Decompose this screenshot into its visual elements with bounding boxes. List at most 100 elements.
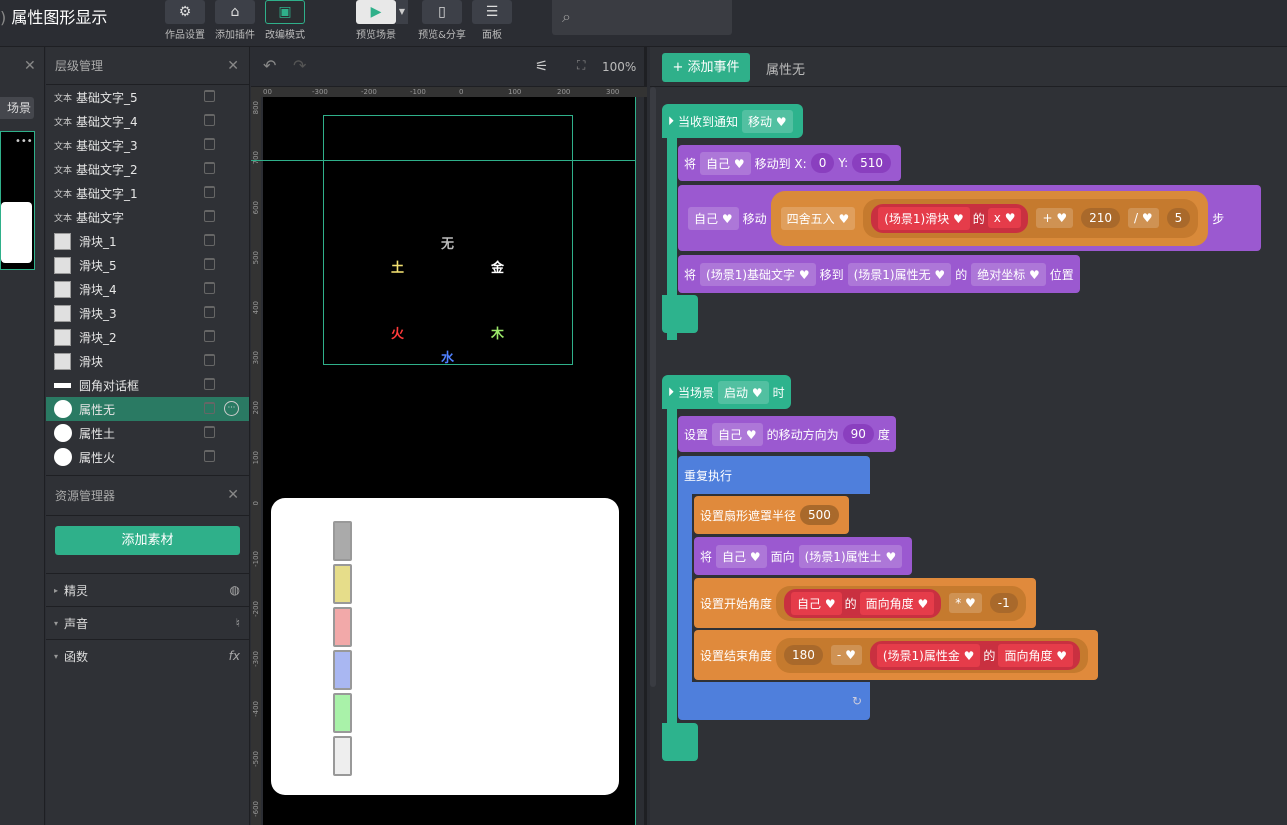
notification-dropdown[interactable]: 移动 ♥ — [742, 109, 793, 133]
sprite-section[interactable]: ▸ 精灵 ◍ — [46, 573, 250, 606]
object-dropdown[interactable]: (场景1)基础文字 ♥ — [700, 262, 816, 286]
event-scene-start[interactable]: ⏵ 当场景 启动 ♥ 时 — [662, 375, 791, 409]
scene-thumbnail[interactable]: ••• — [0, 131, 35, 270]
lock-icon[interactable] — [204, 306, 215, 318]
self-dropdown[interactable]: 自己 ♥ — [791, 591, 842, 615]
block-set-end-angle[interactable]: 设置结束角度 180 - ♥ (场景1)属性金 ♥ 的面向角度 ♥ — [694, 630, 1099, 680]
layer-item[interactable]: 滑块_4 — [46, 277, 249, 301]
layer-item[interactable]: 属性土 — [46, 421, 249, 445]
preview-dropdown-icon[interactable]: ▼ — [396, 0, 408, 24]
prop-dropdown[interactable]: 绝对坐标 ♥ — [971, 262, 1046, 286]
mode-button[interactable]: ▣ 改编模式 — [255, 0, 315, 41]
layer-item[interactable]: 滑块_1 — [46, 229, 249, 253]
layer-item[interactable]: 滑块_2 — [46, 325, 249, 349]
sound-section[interactable]: ▾ 声音 ♮ — [46, 606, 250, 639]
block-set-sector-radius[interactable]: 设置扇形遮罩半径 500 — [694, 496, 849, 534]
y-input[interactable]: 510 — [852, 153, 892, 173]
more-icon[interactable]: ··· — [224, 401, 239, 416]
op-dropdown[interactable]: / ♥ — [1128, 208, 1159, 228]
lock-icon[interactable] — [204, 282, 215, 294]
slider-handle[interactable] — [333, 693, 352, 733]
label-fire[interactable]: 火 — [391, 323, 404, 342]
panel-button[interactable]: ☰ 面板 — [462, 0, 522, 41]
self-dropdown[interactable]: 自己 ♥ — [688, 206, 739, 230]
block-face-towards[interactable]: 将自己 ♥ 面向 (场景1)属性土 ♥ — [694, 537, 913, 575]
event-receive-notification[interactable]: ⏵ 当收到通知 移动 ♥ — [662, 104, 803, 138]
layer-item[interactable]: 文本 基础文字_1 — [46, 181, 249, 205]
function-section[interactable]: ▾ 函数 fx — [46, 639, 250, 672]
lock-icon[interactable] — [204, 210, 215, 222]
number-input[interactable]: -1 — [989, 593, 1018, 613]
lock-icon[interactable] — [204, 330, 215, 342]
block-move-steps[interactable]: 自己 ♥ 移动 四舍五入 ♥ (场景1)滑块 ♥ 的 x ♥ + ♥ 210 / ♥ 5 步 — [678, 185, 1261, 251]
object-dropdown[interactable]: (场景1)滑块 ♥ — [878, 206, 970, 230]
layer-item[interactable]: 圆角对话框 — [46, 373, 249, 397]
number-input[interactable]: 180 — [784, 645, 823, 665]
property-block[interactable]: (场景1)滑块 ♥ 的 x ♥ — [871, 203, 1029, 233]
number-input[interactable]: 500 — [800, 505, 839, 525]
object-dropdown[interactable]: (场景1)属性无 ♥ — [847, 262, 952, 286]
block-set-direction[interactable]: 设置 自己 ♥ 的移动方向为 90 度 — [678, 416, 896, 452]
prop-dropdown[interactable]: 面向角度 ♥ — [859, 591, 935, 615]
scene-button[interactable]: 场景 — [0, 97, 34, 119]
op-dropdown[interactable]: - ♥ — [830, 645, 862, 665]
lock-icon[interactable] — [204, 258, 215, 270]
self-dropdown[interactable]: 自己 ♥ — [716, 544, 767, 568]
search-input[interactable]: ⌕ — [552, 0, 732, 35]
close-icon[interactable]: ✕ — [227, 487, 239, 503]
round-dropdown[interactable]: 四舍五入 ♥ — [780, 206, 856, 230]
layer-item[interactable]: 滑块_5 — [46, 253, 249, 277]
math-block[interactable]: (场景1)滑块 ♥ 的 x ♥ + ♥ 210 / ♥ 5 — [863, 198, 1199, 238]
label-wood[interactable]: 木 — [491, 323, 504, 342]
layer-item[interactable]: 文本 基础文字_2 — [46, 157, 249, 181]
number-input[interactable]: 5 — [1166, 208, 1191, 228]
number-input[interactable]: 210 — [1081, 208, 1121, 228]
lock-icon[interactable] — [204, 90, 215, 102]
more-icon[interactable]: ••• — [15, 136, 33, 147]
self-dropdown[interactable]: 自己 ♥ — [700, 151, 751, 175]
slider-handle[interactable] — [333, 564, 352, 604]
lock-icon[interactable] — [204, 426, 215, 438]
layer-item[interactable]: 文本 基础文字_5 — [46, 85, 249, 109]
label-water[interactable]: 水 — [441, 347, 454, 366]
close-icon[interactable]: ✕ — [24, 58, 36, 74]
fit-icon[interactable]: ⛶ — [577, 58, 585, 73]
slider-handle[interactable] — [333, 521, 352, 561]
layer-item[interactable]: 属性火 — [46, 445, 249, 469]
stage-canvas[interactable]: 无 土 金 火 木 水 — [251, 97, 636, 825]
math-block[interactable]: 自己 ♥ 的面向角度 ♥ * ♥ -1 — [776, 585, 1026, 621]
lock-icon[interactable] — [204, 138, 215, 150]
number-input[interactable]: 90 — [842, 424, 874, 444]
block-move-to-position[interactable]: 将 (场景1)基础文字 ♥ 移到 (场景1)属性无 ♥ 的绝对坐标 ♥ 位置 — [678, 255, 1080, 293]
close-icon[interactable]: ✕ — [227, 58, 239, 74]
op-dropdown[interactable]: + ♥ — [1036, 208, 1074, 228]
slider-handle[interactable] — [333, 650, 352, 690]
x-input[interactable]: 0 — [810, 153, 835, 173]
layer-item[interactable]: 文本 基础文字_3 — [46, 133, 249, 157]
label-metal[interactable]: 金 — [491, 257, 504, 276]
redo-icon[interactable]: ↷ — [293, 56, 306, 75]
block-move-to[interactable]: 将自己 ♥ 移动到 X: 0 Y: 510 — [678, 145, 902, 181]
prop-dropdown[interactable]: 面向角度 ♥ — [998, 643, 1074, 667]
label-none[interactable]: 无 — [441, 233, 454, 252]
lock-icon[interactable] — [204, 234, 215, 246]
adjust-icon[interactable]: ⚟ — [535, 57, 548, 75]
self-dropdown[interactable]: 自己 ♥ — [712, 422, 763, 446]
lock-icon[interactable] — [204, 378, 215, 390]
layer-item[interactable]: 滑块_3 — [46, 301, 249, 325]
layer-item[interactable]: 属性无 ··· — [46, 397, 249, 421]
block-set-start-angle[interactable]: 设置开始角度 自己 ♥ 的面向角度 ♥ * ♥ -1 — [694, 578, 1036, 628]
scene-dropdown[interactable]: 启动 ♥ — [718, 380, 769, 404]
slider-handle[interactable] — [333, 736, 352, 776]
object-dropdown[interactable]: (场景1)属性金 ♥ — [876, 643, 981, 667]
lock-icon[interactable] — [204, 162, 215, 174]
rounded-dialog[interactable] — [271, 498, 619, 795]
math-block[interactable]: 180 - ♥ (场景1)属性金 ♥ 的面向角度 ♥ — [776, 637, 1089, 673]
layer-item[interactable]: 文本 基础文字_4 — [46, 109, 249, 133]
undo-icon[interactable]: ↶ — [263, 56, 276, 75]
lock-icon[interactable] — [204, 354, 215, 366]
op-dropdown[interactable]: * ♥ — [949, 593, 982, 613]
object-dropdown[interactable]: (场景1)属性土 ♥ — [798, 544, 903, 568]
layer-item[interactable]: 滑块 — [46, 349, 249, 373]
lock-icon[interactable] — [204, 114, 215, 126]
